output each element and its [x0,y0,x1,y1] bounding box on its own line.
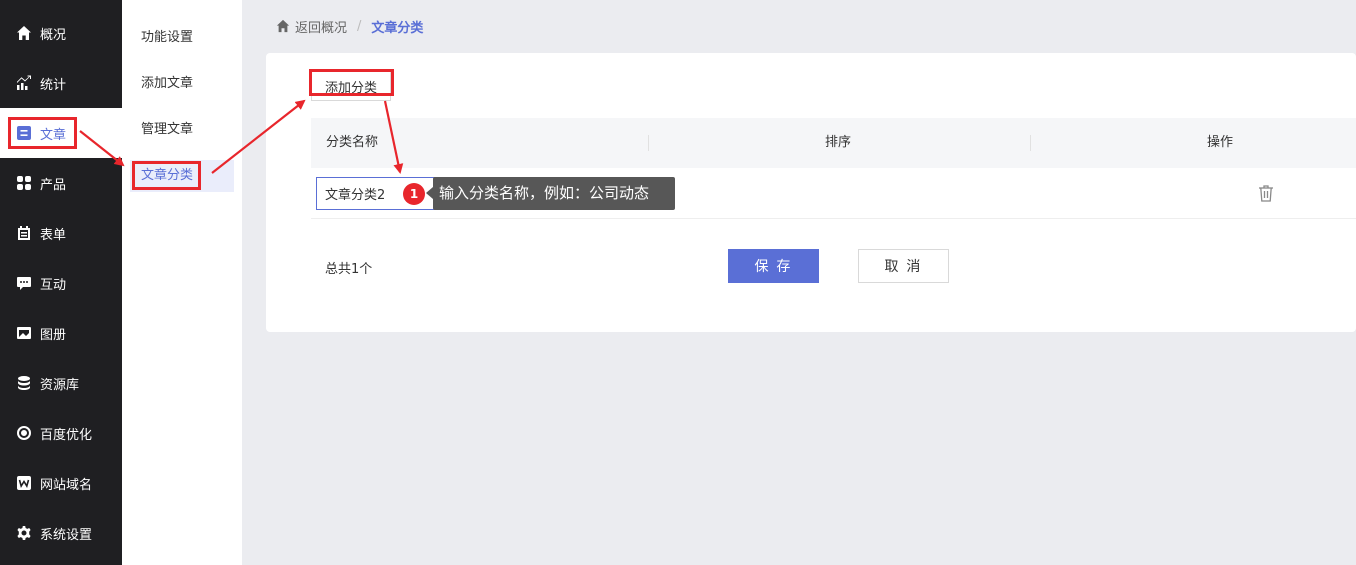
column-divider [648,135,649,151]
nav-item-label: 表单 [40,227,67,243]
nav-item-album[interactable]: 图册 [0,308,122,358]
sub-item-add-article[interactable]: 添加文章 [130,68,234,100]
gear-icon [16,525,32,541]
form-icon [16,225,32,241]
home-icon[interactable] [276,19,295,33]
breadcrumb-separator: / [357,18,362,34]
nav-item-label: 产品 [40,177,67,193]
nav-item-statistics[interactable]: 统计 [0,58,122,108]
instruction-tooltip: 输入分类名称，例如：公司动态 [426,177,675,210]
domain-icon [16,475,32,491]
nav-item-label: 互动 [40,277,67,293]
breadcrumb-back-link[interactable]: 返回概况 [295,17,347,36]
nav-item-label: 资源库 [40,377,80,393]
nav-item-domain[interactable]: 网站域名 [0,458,122,508]
nav-item-label: 百度优化 [40,427,93,443]
nav-item-form[interactable]: 表单 [0,208,122,258]
column-header-order: 排序 [825,135,852,150]
cancel-button[interactable]: 取 消 [858,249,949,283]
nav-item-seo[interactable]: 百度优化 [0,408,122,458]
nav-item-article[interactable]: 文章 [0,108,122,158]
article-icon [16,125,32,141]
sub-nav: 功能设置 添加文章 管理文章 文章分类 [122,0,242,565]
column-divider [1030,135,1031,151]
breadcrumb: 返回概况 / 文章分类 [276,17,424,36]
nav-item-label: 图册 [40,327,67,343]
nav-item-product[interactable]: 产品 [0,158,122,208]
breadcrumb-current: 文章分类 [371,20,424,36]
step-badge: 1 [403,183,425,205]
sub-item-article-categories[interactable]: 文章分类 [130,160,234,192]
table-header: 分类名称 排序 操作 [311,118,1356,168]
chat-icon [16,275,32,291]
add-category-button[interactable]: 添加分类 [311,71,391,101]
nav-item-label: 概况 [40,27,67,43]
nav-item-label: 统计 [40,77,67,93]
nav-item-label: 系统设置 [40,527,93,543]
column-header-name: 分类名称 [326,135,379,150]
grid-icon [16,175,32,191]
column-header-actions: 操作 [1207,135,1234,150]
nav-item-settings[interactable]: 系统设置 [0,508,122,558]
album-icon [16,325,32,341]
save-button[interactable]: 保 存 [728,249,819,283]
sub-item-feature-settings[interactable]: 功能设置 [130,22,234,54]
main-nav: 概况 统计 文章 产品 表单 互动 图册 资源库 百度优化 网站域名 系统设置 [0,0,122,565]
nav-item-resources[interactable]: 资源库 [0,358,122,408]
seo-icon [16,425,32,441]
database-icon [16,375,32,391]
home-icon [16,25,32,41]
sub-item-manage-articles[interactable]: 管理文章 [130,114,234,146]
nav-item-interaction[interactable]: 互动 [0,258,122,308]
nav-item-label: 文章 [40,127,67,143]
nav-item-label: 网站域名 [40,477,93,493]
total-count: 总共1个 [325,262,373,277]
nav-item-overview[interactable]: 概况 [0,8,122,58]
trash-icon[interactable] [1258,184,1274,202]
chart-icon [16,75,32,91]
